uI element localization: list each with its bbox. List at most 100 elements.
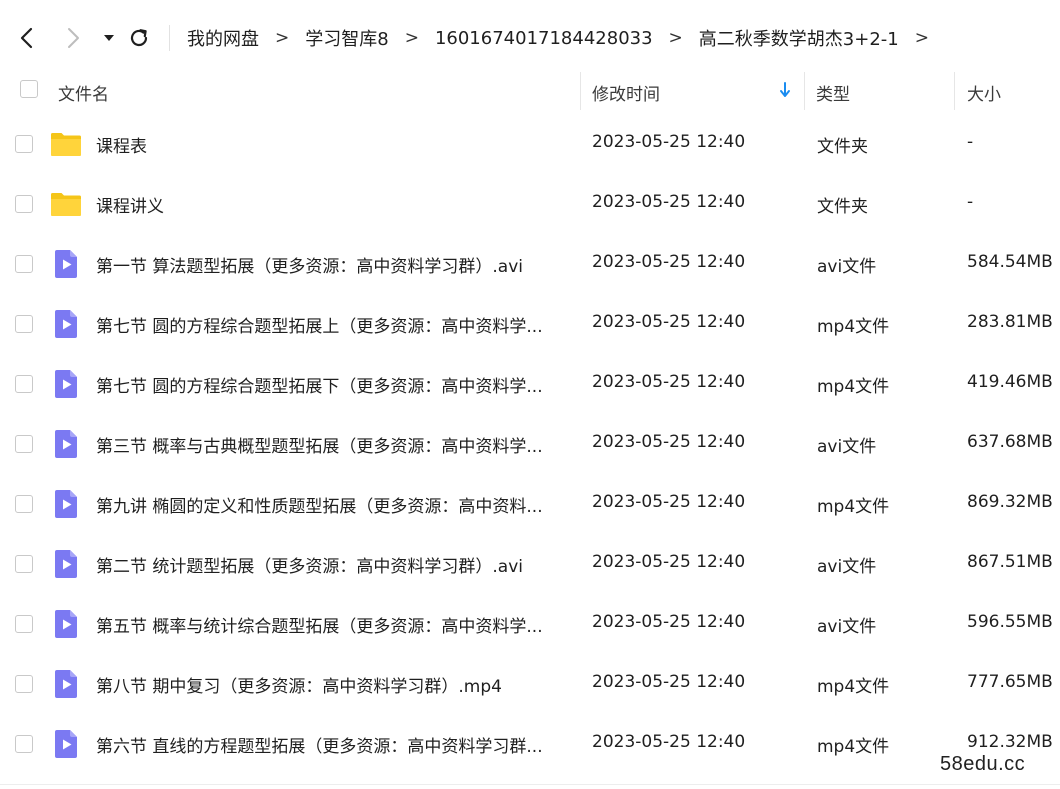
column-header-modified[interactable]: 修改时间	[580, 72, 805, 110]
file-name[interactable]: 第五节 概率与统计综合题型拓展（更多资源：高中资料学...	[96, 612, 566, 637]
chevron-left-icon	[20, 27, 33, 49]
file-type: avi文件	[817, 617, 877, 637]
breadcrumb-separator: >	[404, 28, 419, 48]
file-name[interactable]: 课程讲义	[96, 192, 566, 217]
breadcrumb-separator: >	[275, 28, 290, 48]
file-name[interactable]: 第三节 概率与古典概型题型拓展（更多资源：高中资料学...	[96, 432, 566, 457]
file-row[interactable]: 第三节 概率与古典概型题型拓展（更多资源：高中资料学... 2023-05-25 …	[0, 414, 1060, 474]
caret-down-icon	[104, 35, 114, 41]
column-header-size[interactable]: 大小	[954, 72, 1060, 110]
file-size: 584.54MB	[967, 252, 1053, 272]
column-header-type-label: 类型	[816, 85, 850, 105]
file-row[interactable]: 课程讲义 2023-05-25 12:40 文件夹 -	[0, 174, 1060, 234]
video-file-icon	[50, 728, 82, 760]
breadcrumb-item-root[interactable]: 我的网盘	[186, 25, 260, 51]
row-checkbox[interactable]	[15, 675, 33, 693]
file-size: 867.51MB	[967, 552, 1053, 572]
breadcrumb-separator[interactable]: >	[915, 28, 929, 48]
chevron-right-icon	[68, 28, 79, 48]
file-row[interactable]: 第七节 圆的方程综合题型拓展上（更多资源：高中资料学... 2023-05-25 …	[0, 294, 1060, 354]
toolbar: 我的网盘 > 学习智库8 > 1601674017184428033 > 高二秋…	[0, 0, 1060, 76]
video-file-icon	[50, 428, 82, 460]
column-header-name[interactable]: 文件名	[58, 80, 109, 105]
file-name[interactable]: 第六节 直线的方程题型拓展（更多资源：高中资料学习群...	[96, 732, 566, 757]
file-name[interactable]: 第二节 统计题型拓展（更多资源：高中资料学习群）.avi	[96, 552, 566, 577]
row-checkbox[interactable]	[15, 375, 33, 393]
file-size: 419.46MB	[967, 372, 1053, 392]
file-size: 596.55MB	[967, 612, 1053, 632]
file-type: mp4文件	[817, 677, 890, 697]
file-name[interactable]: 第八节 期中复习（更多资源：高中资料学习群）.mp4	[96, 672, 566, 697]
file-size: 869.32MB	[967, 492, 1053, 512]
file-row[interactable]: 第二节 统计题型拓展（更多资源：高中资料学习群）.avi 2023-05-25 1…	[0, 534, 1060, 594]
breadcrumb-item[interactable]: 1601674017184428033	[434, 28, 654, 49]
file-type: avi文件	[817, 557, 877, 577]
file-type: 文件夹	[817, 137, 868, 157]
toolbar-divider	[169, 25, 170, 51]
refresh-button[interactable]	[124, 22, 154, 54]
file-modified-time: 2023-05-25 12:40	[592, 732, 746, 752]
file-modified-time: 2023-05-25 12:40	[592, 192, 746, 212]
file-row[interactable]: 第五节 概率与统计综合题型拓展（更多资源：高中资料学... 2023-05-25 …	[0, 594, 1060, 654]
column-header-modified-label: 修改时间	[592, 85, 660, 105]
file-row[interactable]: 课程表 2023-05-25 12:40 文件夹 -	[0, 114, 1060, 174]
video-file-icon	[50, 368, 82, 400]
folder-icon	[50, 128, 82, 160]
video-file-icon	[50, 488, 82, 520]
breadcrumb-item[interactable]: 学习智库8	[304, 25, 389, 51]
file-row[interactable]: 第八节 期中复习（更多资源：高中资料学习群）.mp4 2023-05-25 12:…	[0, 654, 1060, 714]
file-size: 637.68MB	[967, 432, 1053, 452]
row-checkbox[interactable]	[15, 735, 33, 753]
row-checkbox[interactable]	[15, 315, 33, 333]
file-modified-time: 2023-05-25 12:40	[592, 372, 746, 392]
breadcrumb-separator: >	[668, 28, 683, 48]
file-size: 283.81MB	[967, 312, 1053, 332]
file-size: 912.32MB	[967, 732, 1053, 752]
video-file-icon	[50, 548, 82, 580]
back-button[interactable]	[12, 22, 42, 54]
row-checkbox[interactable]	[15, 495, 33, 513]
forward-button[interactable]	[58, 22, 88, 54]
row-checkbox[interactable]	[15, 615, 33, 633]
file-modified-time: 2023-05-25 12:40	[592, 312, 746, 332]
breadcrumb: 我的网盘 > 学习智库8 > 1601674017184428033 > 高二秋…	[186, 24, 929, 52]
breadcrumb-item-current[interactable]: 高二秋季数学胡杰3+2-1	[698, 25, 900, 51]
column-header-type[interactable]: 类型	[804, 72, 955, 110]
file-name[interactable]: 第七节 圆的方程综合题型拓展上（更多资源：高中资料学...	[96, 312, 566, 337]
file-modified-time: 2023-05-25 12:40	[592, 552, 746, 572]
file-name[interactable]: 课程表	[96, 132, 566, 157]
folder-icon	[50, 188, 82, 220]
refresh-icon	[130, 29, 148, 47]
file-name[interactable]: 第一节 算法题型拓展（更多资源：高中资料学习群）.avi	[96, 252, 566, 277]
row-checkbox[interactable]	[15, 435, 33, 453]
file-row[interactable]: 第七节 圆的方程综合题型拓展下（更多资源：高中资料学... 2023-05-25 …	[0, 354, 1060, 414]
column-header-size-label: 大小	[967, 85, 1001, 105]
file-size: -	[967, 132, 974, 152]
file-row[interactable]: 第一节 算法题型拓展（更多资源：高中资料学习群）.avi 2023-05-25 1…	[0, 234, 1060, 294]
file-row[interactable]: 第九讲 椭圆的定义和性质题型拓展（更多资源：高中资料... 2023-05-25 …	[0, 474, 1060, 534]
file-type: 文件夹	[817, 197, 868, 217]
file-modified-time: 2023-05-25 12:40	[592, 432, 746, 452]
file-modified-time: 2023-05-25 12:40	[592, 672, 746, 692]
file-size: -	[967, 192, 974, 212]
file-name[interactable]: 第七节 圆的方程综合题型拓展下（更多资源：高中资料学...	[96, 372, 566, 397]
video-file-icon	[50, 308, 82, 340]
file-type: mp4文件	[817, 317, 890, 337]
row-checkbox[interactable]	[15, 135, 33, 153]
video-file-icon	[50, 248, 82, 280]
file-type: mp4文件	[817, 377, 890, 397]
arrow-down-icon[interactable]	[779, 82, 791, 98]
file-size: 777.65MB	[967, 672, 1053, 692]
video-file-icon	[50, 668, 82, 700]
file-name[interactable]: 第九讲 椭圆的定义和性质题型拓展（更多资源：高中资料...	[96, 492, 566, 517]
file-type: avi文件	[817, 437, 877, 457]
row-checkbox[interactable]	[15, 195, 33, 213]
file-list: 课程表 2023-05-25 12:40 文件夹 - 课程讲义 2023-05-25 12…	[0, 114, 1060, 774]
file-row[interactable]: 第六节 直线的方程题型拓展（更多资源：高中资料学习群... 2023-05-25 …	[0, 714, 1060, 774]
select-all-checkbox[interactable]	[20, 80, 38, 98]
file-type: avi文件	[817, 257, 877, 277]
file-modified-time: 2023-05-25 12:40	[592, 612, 746, 632]
history-dropdown-button[interactable]	[94, 22, 124, 54]
row-checkbox[interactable]	[15, 555, 33, 573]
row-checkbox[interactable]	[15, 255, 33, 273]
